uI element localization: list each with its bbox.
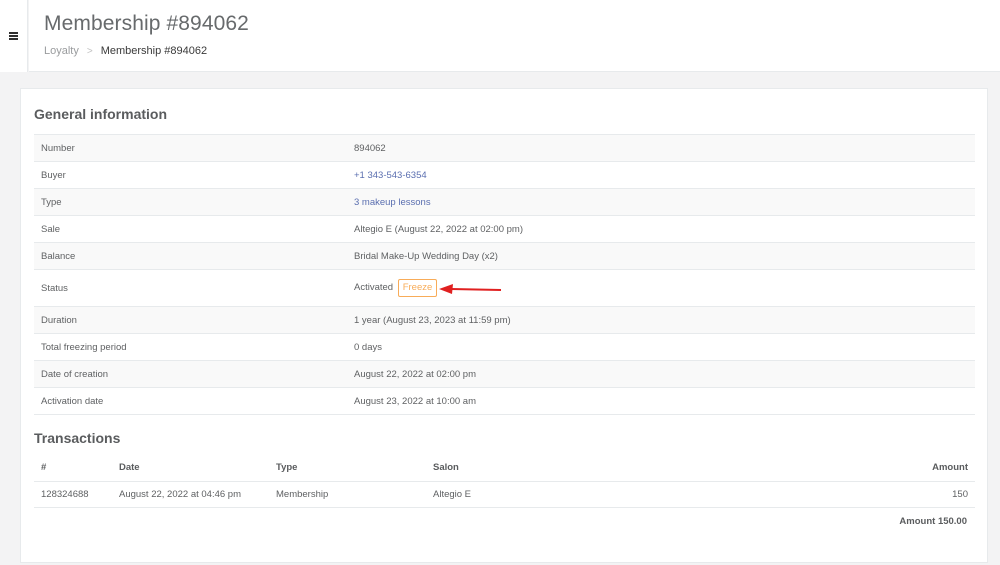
membership-card: General information Number 894062 Buyer … (20, 88, 988, 563)
breadcrumb-current: Membership #894062 (100, 45, 208, 57)
info-row-balance: Balance Bridal Make-Up Wedding Day (x2) (34, 242, 975, 270)
buyer-phone-link[interactable]: +1 343-543-6354 (354, 170, 427, 181)
table-row: 128324688 August 22, 2022 at 04:46 pm Me… (34, 481, 975, 508)
annotation-arrow-icon (439, 284, 502, 294)
column-header-date: Date (112, 454, 269, 482)
info-label: Buyer (34, 161, 347, 189)
info-label: Sale (34, 215, 347, 243)
transaction-type: Membership (269, 481, 426, 508)
info-row-status: Status Activated Freeze (34, 269, 975, 307)
sidebar-toggle-button[interactable] (0, 0, 28, 72)
info-row-duration: Duration 1 year (August 23, 2023 at 11:5… (34, 306, 975, 334)
transaction-id: 128324688 (34, 481, 112, 508)
transactions-title: Transactions (34, 430, 121, 446)
column-header-id: # (34, 454, 112, 482)
info-label: Status (34, 269, 347, 307)
transactions-total: Amount 150.00 (899, 516, 967, 527)
breadcrumb-separator: > (86, 45, 93, 57)
info-value: 1 year (August 23, 2023 at 11:59 pm) (347, 306, 975, 334)
page-title: Membership #894062 (44, 12, 249, 35)
info-value: August 22, 2022 at 02:00 pm (347, 360, 975, 388)
breadcrumb: Loyalty > Membership #894062 (44, 45, 207, 57)
transactions-header-row: # Date Type Salon Amount (34, 454, 975, 482)
info-label: Date of creation (34, 360, 347, 388)
info-row-activated: Activation date August 23, 2022 at 10:00… (34, 387, 975, 415)
info-value: 894062 (347, 134, 975, 162)
freeze-button[interactable]: Freeze (397, 279, 438, 297)
status-value: Activated (354, 282, 394, 293)
info-row-type: Type 3 makeup lessons (34, 188, 975, 216)
info-label: Number (34, 134, 347, 162)
info-row-freezing: Total freezing period 0 days (34, 333, 975, 361)
info-label: Total freezing period (34, 333, 347, 361)
column-header-amount: Amount (706, 454, 975, 482)
info-value: August 23, 2022 at 10:00 am (347, 387, 975, 415)
info-row-number: Number 894062 (34, 134, 975, 162)
breadcrumb-loyalty-link[interactable]: Loyalty (44, 45, 79, 57)
info-value: Altegio E (August 22, 2022 at 02:00 pm) (347, 215, 975, 243)
transactions-table: # Date Type Salon Amount 128324688 Augus… (34, 454, 975, 508)
info-value: Bridal Make-Up Wedding Day (x2) (347, 242, 975, 270)
column-header-salon: Salon (426, 454, 707, 482)
membership-type-link[interactable]: 3 makeup lessons (354, 197, 431, 208)
info-value: 0 days (347, 333, 975, 361)
info-label: Duration (34, 306, 347, 334)
info-label: Activation date (34, 387, 347, 415)
info-label: Type (34, 188, 347, 216)
page-header: Membership #894062 Loyalty > Membership … (29, 0, 1000, 72)
column-header-type: Type (269, 454, 426, 482)
info-row-sale: Sale Altegio E (August 22, 2022 at 02:00… (34, 215, 975, 243)
info-row-created: Date of creation August 22, 2022 at 02:0… (34, 360, 975, 388)
info-value-cell: 3 makeup lessons (347, 188, 975, 216)
hamburger-menu-icon (9, 32, 18, 40)
transaction-salon: Altegio E (426, 481, 707, 508)
general-information-title: General information (34, 106, 168, 122)
transaction-amount: 150 (706, 481, 975, 508)
info-row-buyer: Buyer +1 343-543-6354 (34, 161, 975, 189)
info-value-cell: +1 343-543-6354 (347, 161, 975, 189)
transaction-date: August 22, 2022 at 04:46 pm (112, 481, 269, 508)
general-information-table: Number 894062 Buyer +1 343-543-6354 Type… (34, 134, 975, 415)
info-label: Balance (34, 242, 347, 270)
